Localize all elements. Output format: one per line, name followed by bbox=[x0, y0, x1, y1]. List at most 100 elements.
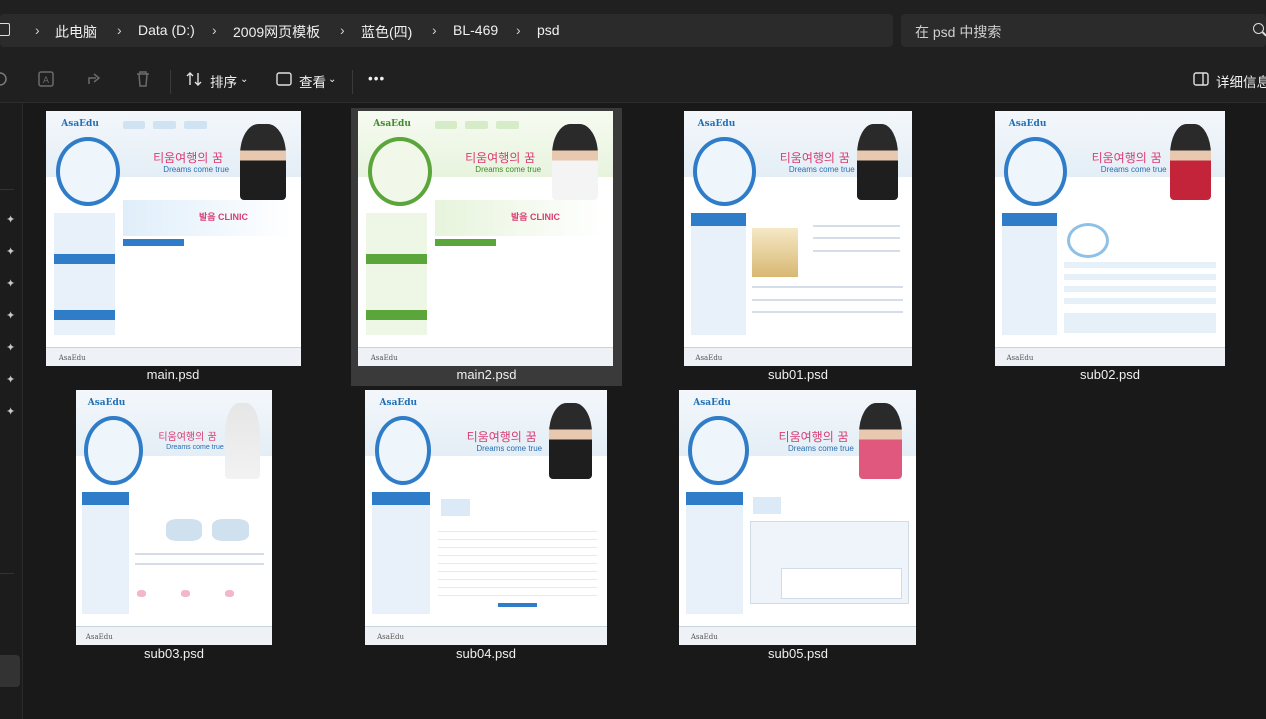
nav-item-selected[interactable] bbox=[0, 655, 20, 687]
thumb-text-line bbox=[812, 225, 900, 228]
thumb-icon bbox=[181, 589, 191, 597]
thumb-tagline: Dreams come true bbox=[166, 443, 224, 451]
thumb-content bbox=[134, 492, 265, 614]
file-thumbnail: AsaEdu 티움여행의 꿈 Dreams come true 발음 CLINI… bbox=[358, 111, 613, 366]
thumb-monitor-image bbox=[440, 499, 470, 517]
search-icon[interactable] bbox=[1253, 23, 1264, 34]
share-icon[interactable] bbox=[86, 70, 104, 88]
thumb-books-image bbox=[224, 402, 261, 480]
thumb-logo: AsaEdu bbox=[693, 397, 731, 408]
pin-icon[interactable]: ✦ bbox=[6, 279, 15, 290]
pin-icon[interactable]: ✦ bbox=[6, 247, 15, 258]
chevron-down-icon: ⌄ bbox=[328, 74, 337, 85]
thumb-nav bbox=[122, 121, 146, 129]
thumb-person-image bbox=[239, 123, 286, 201]
search-box[interactable]: 在 psd 中搜索 bbox=[901, 14, 1266, 47]
thumb-table bbox=[1064, 261, 1216, 306]
thumb-content bbox=[437, 492, 598, 614]
thumb-content bbox=[752, 213, 903, 335]
thumb-tagline: Dreams come true bbox=[475, 164, 542, 174]
file-item-selected[interactable]: AsaEdu 티움여행의 꿈 Dreams come true 발음 CLINI… bbox=[351, 108, 622, 386]
thumb-sidebar-header bbox=[1001, 213, 1058, 226]
thumb-text-line bbox=[752, 286, 903, 289]
thumb-footer-logo: AsaEdu bbox=[58, 354, 86, 363]
view-icon bbox=[276, 72, 292, 86]
details-label: 详细信息 bbox=[1216, 75, 1266, 90]
file-item[interactable]: AsaEdu 티움여행의 꿈 Dreams come true AsaEdu s… bbox=[674, 386, 922, 664]
chevron-right-icon[interactable]: › bbox=[212, 22, 217, 38]
thumb-logo: AsaEdu bbox=[379, 397, 418, 408]
breadcrumb-item[interactable]: 此电脑 bbox=[55, 22, 97, 42]
breadcrumb-item[interactable]: Data (D:) bbox=[138, 22, 195, 38]
thumb-nav bbox=[153, 121, 177, 129]
file-item[interactable]: AsaEdu 티움여행의 꿈 Dreams come true AsaEdu s… bbox=[991, 108, 1229, 386]
thumb-logo: AsaEdu bbox=[1008, 118, 1047, 129]
breadcrumb-item[interactable]: 2009网页模板 bbox=[233, 22, 320, 42]
thumb-text-line bbox=[812, 237, 900, 240]
new-item-icon[interactable] bbox=[0, 70, 12, 88]
file-item[interactable]: AsaEdu 티움여행의 꿈 Dreams come true 발음 CLINI… bbox=[38, 108, 308, 386]
svg-text:A: A bbox=[43, 76, 50, 86]
file-item[interactable]: AsaEdu 티움여행의 꿈 Dreams come true AsaEdu s… bbox=[361, 386, 611, 664]
more-options-button[interactable]: ••• bbox=[368, 71, 385, 86]
thumb-sidebar bbox=[690, 213, 746, 336]
thumb-logo: AsaEdu bbox=[87, 397, 126, 408]
file-thumbnail: AsaEdu 티움여행의 꿈 Dreams come true AsaEdu bbox=[76, 390, 272, 645]
file-name: sub03.psd bbox=[144, 646, 204, 661]
thumb-person-image bbox=[1169, 123, 1212, 201]
thumb-footer-logo: AsaEdu bbox=[370, 354, 398, 363]
thumb-nav bbox=[434, 121, 458, 129]
thumb-logo: AsaEdu bbox=[697, 118, 736, 129]
pin-icon[interactable]: ✦ bbox=[6, 375, 15, 386]
search-input[interactable]: 在 psd 中搜索 bbox=[915, 22, 1001, 42]
file-name: sub04.psd bbox=[456, 646, 516, 661]
nav-divider bbox=[0, 189, 14, 190]
thumb-text-line bbox=[134, 553, 265, 556]
pin-icon[interactable]: ✦ bbox=[6, 311, 15, 322]
navigation-pane: ✦ ✦ ✦ ✦ ✦ ✦ ✦ bbox=[0, 103, 23, 719]
file-thumbnail: AsaEdu 티움여행의 꿈 Dreams come true AsaEdu bbox=[679, 390, 916, 645]
pin-icon[interactable]: ✦ bbox=[6, 407, 15, 418]
thumb-pagination bbox=[498, 603, 537, 608]
thumb-sidebar-header bbox=[690, 213, 746, 226]
chevron-right-icon[interactable]: › bbox=[117, 22, 122, 38]
file-item[interactable]: AsaEdu 티움여행의 꿈 Dreams come true AsaEdu s… bbox=[680, 108, 916, 386]
file-thumbnail: AsaEdu 티움여행의 꿈 Dreams come true AsaEdu bbox=[684, 111, 912, 366]
rename-icon[interactable]: A bbox=[37, 70, 55, 88]
thumb-sidebar-header bbox=[372, 492, 431, 505]
thumb-text-line bbox=[134, 562, 265, 565]
thumb-person-image bbox=[165, 518, 203, 541]
file-item[interactable]: AsaEdu 티움여행의 꿈 Dreams come true AsaEdu s… bbox=[70, 386, 278, 664]
breadcrumb-item[interactable]: psd bbox=[537, 22, 560, 38]
thumb-person-image bbox=[857, 123, 899, 201]
thumb-laptop-image bbox=[753, 496, 782, 515]
thumb-bar bbox=[53, 309, 115, 321]
command-bar: A 排序 ⌄ 查看 ⌄ ••• 详细信息 bbox=[0, 60, 1266, 103]
address-bar[interactable]: › 此电脑 › Data (D:) › 2009网页模板 › 蓝色(四) › B… bbox=[0, 14, 893, 47]
thumb-person-image bbox=[212, 518, 249, 541]
thumb-icon bbox=[137, 589, 147, 597]
breadcrumb-item[interactable]: BL-469 bbox=[453, 22, 498, 38]
thumb-content bbox=[1064, 213, 1216, 335]
view-label: 查看 bbox=[299, 75, 326, 90]
delete-icon[interactable] bbox=[134, 70, 152, 88]
thumb-text-line bbox=[752, 298, 903, 301]
thumb-logo: AsaEdu bbox=[61, 118, 99, 129]
chevron-right-icon[interactable]: › bbox=[35, 22, 40, 38]
pin-icon[interactable]: ✦ bbox=[6, 215, 15, 226]
pin-icon[interactable]: ✦ bbox=[6, 343, 15, 354]
thumb-nav bbox=[183, 121, 207, 129]
thumb-nav bbox=[495, 121, 519, 129]
this-pc-icon[interactable] bbox=[0, 23, 10, 36]
thumb-tagline: Dreams come true bbox=[1100, 164, 1167, 174]
chevron-right-icon[interactable]: › bbox=[340, 22, 345, 38]
chevron-right-icon[interactable]: › bbox=[516, 22, 521, 38]
thumb-nav bbox=[465, 121, 489, 129]
thumb-sidebar-header bbox=[686, 492, 743, 505]
breadcrumb-item[interactable]: 蓝色(四) bbox=[361, 22, 412, 42]
thumb-bar bbox=[365, 309, 427, 321]
thumb-content bbox=[750, 492, 909, 614]
thumb-footer-logo: AsaEdu bbox=[85, 633, 113, 642]
thumb-circle-graphic bbox=[688, 415, 749, 485]
chevron-right-icon[interactable]: › bbox=[432, 22, 437, 38]
